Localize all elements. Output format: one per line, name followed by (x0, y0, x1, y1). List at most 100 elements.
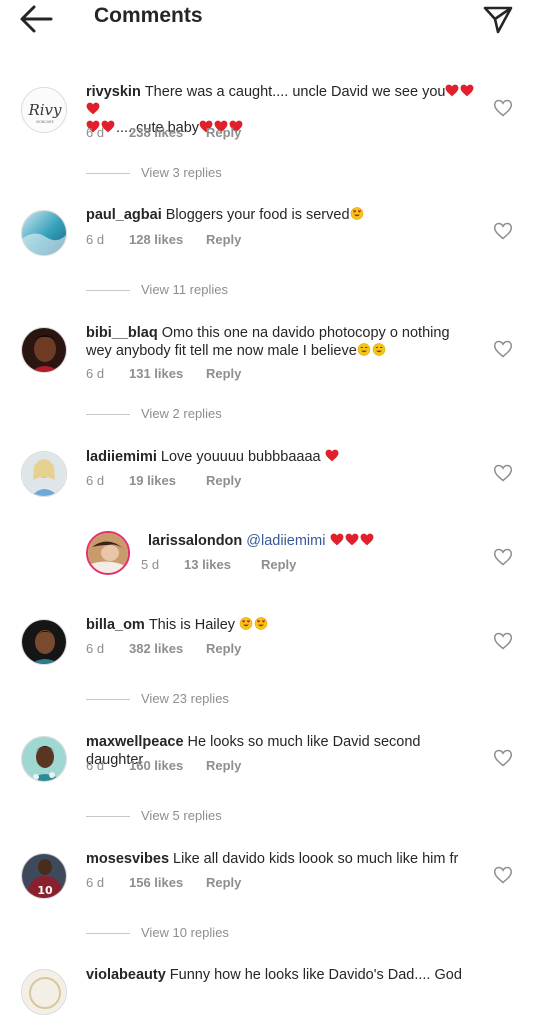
view-replies-link[interactable]: View 23 replies (86, 691, 229, 711)
avatar[interactable] (21, 619, 67, 665)
comment-meta: 6 d 238 likes Reply (86, 125, 241, 140)
paper-plane-icon (483, 6, 513, 34)
red-heart-emoji-icon (445, 84, 459, 97)
comment-timestamp: 6 d (86, 366, 105, 381)
comment-timestamp: 6 d (86, 641, 105, 656)
like-count[interactable]: 13 likes (184, 557, 261, 572)
heart-eyes-emoji-icon (350, 207, 364, 220)
like-count[interactable]: 128 likes (129, 232, 206, 247)
like-count[interactable]: 238 likes (129, 125, 206, 140)
comment-username[interactable]: violabeauty (86, 967, 166, 983)
heart-outline-icon (493, 99, 513, 117)
back-button[interactable] (18, 4, 54, 34)
avatar[interactable]: 10 (21, 853, 67, 899)
avatar[interactable]: Rivy SKINCARE (21, 87, 67, 133)
comment-meta: 5 d 13 likes Reply (141, 557, 296, 572)
comment-meta: 6 d 156 likes Reply (86, 875, 241, 890)
comment-meta: 6 d 382 likes Reply (86, 641, 241, 656)
heart-outline-icon (493, 464, 513, 482)
heart-outline-icon (493, 632, 513, 650)
heart-eyes-emoji-icon (239, 617, 253, 630)
view-replies-link[interactable]: View 10 replies (86, 925, 229, 945)
like-button[interactable] (493, 221, 513, 241)
svg-text:SKINCARE: SKINCARE (36, 120, 54, 124)
like-button[interactable] (493, 98, 513, 118)
comment-username[interactable]: ladiiemimi (86, 449, 157, 465)
heart-outline-icon (493, 866, 513, 884)
red-heart-emoji-icon (325, 449, 339, 462)
reply-button[interactable]: Reply (206, 641, 241, 656)
heart-outline-icon (493, 340, 513, 358)
heart-outline-icon (493, 749, 513, 767)
heart-outline-icon (493, 548, 513, 566)
like-count[interactable]: 160 likes (129, 758, 206, 773)
view-replies-link[interactable]: View 3 replies (86, 165, 222, 185)
share-button[interactable] (480, 2, 516, 36)
comment-timestamp: 6 d (86, 125, 105, 140)
divider (86, 699, 130, 701)
reply-button[interactable]: Reply (206, 366, 241, 381)
comment-username[interactable]: maxwellpeace (86, 734, 184, 750)
comment-meta: 6 d 19 likes Reply (86, 473, 241, 488)
comment-timestamp: 5 d (141, 557, 160, 572)
reply-button[interactable]: Reply (206, 758, 241, 773)
avatar[interactable] (86, 531, 130, 575)
comment-text: violabeauty Funny how he looks like David… (86, 967, 462, 983)
comment-username[interactable]: rivyskin (86, 84, 141, 100)
comment-text: mosesvibes Like all davido kids loook so … (86, 851, 459, 867)
avatar[interactable] (21, 451, 67, 497)
like-count[interactable]: 156 likes (129, 875, 206, 890)
like-count[interactable]: 382 likes (129, 641, 206, 656)
like-count[interactable]: 19 likes (129, 473, 206, 488)
comment-username[interactable]: larissalondon (148, 533, 242, 549)
red-heart-emoji-icon (345, 533, 359, 546)
red-heart-emoji-icon (330, 533, 344, 546)
like-button[interactable] (493, 547, 513, 567)
heart-outline-icon (493, 222, 513, 240)
avatar[interactable] (21, 736, 67, 782)
mention-link[interactable]: @ladiiemimi (246, 533, 325, 549)
avatar[interactable] (21, 969, 67, 1015)
like-count[interactable]: 131 likes (129, 366, 206, 381)
comment-username[interactable]: billa_om (86, 617, 145, 633)
red-heart-emoji-icon (86, 102, 100, 115)
view-replies-link[interactable]: View 5 replies (86, 808, 222, 828)
comment-meta: 6 d 128 likes Reply (86, 232, 241, 247)
red-heart-emoji-icon (460, 84, 474, 97)
svg-text:Rivy: Rivy (27, 101, 62, 119)
heart-eyes-emoji-icon (254, 617, 268, 630)
comment-username[interactable]: mosesvibes (86, 851, 169, 867)
like-button[interactable] (493, 748, 513, 768)
comment-text: paul_agbai Bloggers your food is served (86, 206, 478, 224)
view-replies-link[interactable]: View 2 replies (86, 406, 222, 426)
page-title: Comments (94, 4, 203, 27)
like-button[interactable] (493, 631, 513, 651)
avatar[interactable] (21, 327, 67, 373)
comment-timestamp: 6 d (86, 232, 105, 247)
comment-timestamp: 6 d (86, 758, 105, 773)
grinning-face-emoji-icon (372, 343, 386, 356)
top-bar: Comments (0, 0, 540, 40)
divider (86, 290, 130, 292)
reply-button[interactable]: Reply (261, 557, 296, 572)
smiling-face-emoji-icon (357, 343, 371, 356)
svg-text:10: 10 (37, 884, 53, 897)
arrow-left-icon (20, 5, 53, 33)
comment-timestamp: 6 d (86, 875, 105, 890)
comment-meta: 6 d 131 likes Reply (86, 366, 241, 381)
red-heart-emoji-icon (360, 533, 374, 546)
comment-username[interactable]: bibi__blaq (86, 325, 158, 341)
view-replies-link[interactable]: View 11 replies (86, 282, 228, 302)
like-button[interactable] (493, 865, 513, 885)
reply-button[interactable]: Reply (206, 875, 241, 890)
reply-button[interactable]: Reply (206, 125, 241, 140)
divider (86, 933, 130, 935)
reply-button[interactable]: Reply (206, 232, 241, 247)
like-button[interactable] (493, 463, 513, 483)
like-button[interactable] (493, 339, 513, 359)
avatar[interactable] (21, 210, 67, 256)
divider (86, 816, 130, 818)
reply-button[interactable]: Reply (206, 473, 241, 488)
comment-meta: 6 d 160 likes Reply (86, 758, 241, 773)
comment-username[interactable]: paul_agbai (86, 207, 162, 223)
